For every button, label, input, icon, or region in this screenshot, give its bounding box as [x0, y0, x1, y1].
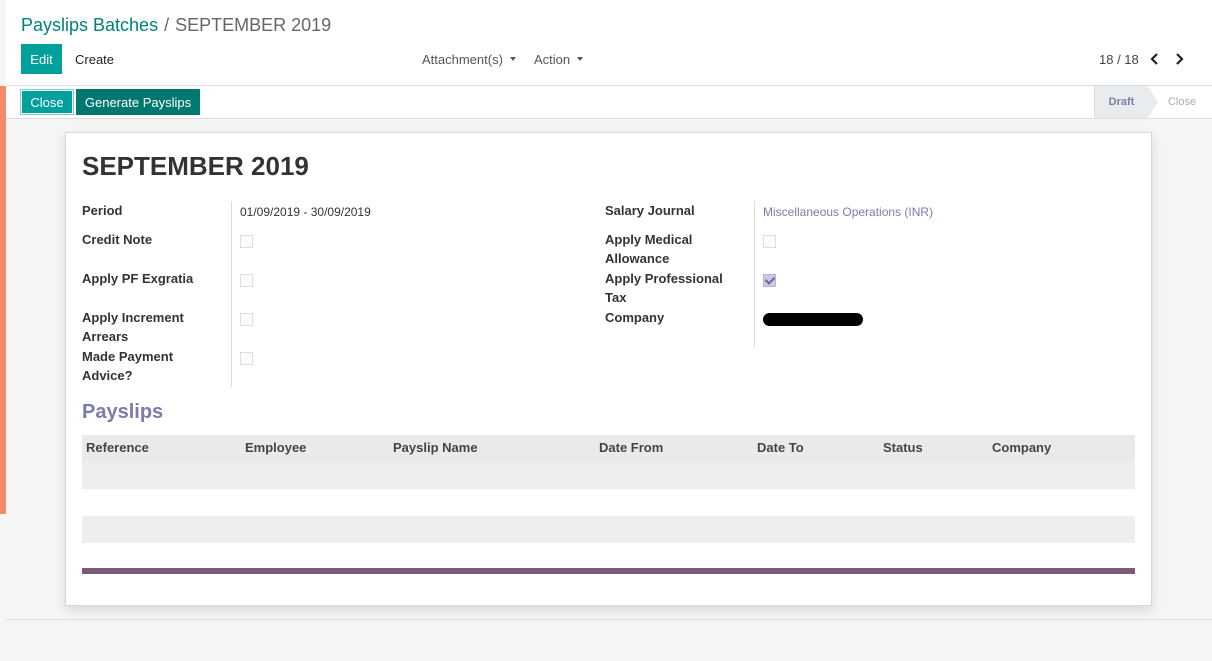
column-header-date-to[interactable]: Date To — [757, 440, 804, 455]
label-line: Apply Medical — [605, 232, 693, 247]
apply-increment-arrears-checkbox[interactable] — [240, 313, 253, 326]
column-header-date-from[interactable]: Date From — [599, 440, 663, 455]
label-line: Advice? — [82, 368, 133, 383]
label-line: Made Payment — [82, 349, 174, 364]
pager-value[interactable]: 18 / 18 — [1099, 52, 1139, 67]
statusbar: Close Generate Payslips Draft Close — [6, 86, 1212, 119]
action-dropdown-label: Action — [534, 51, 571, 67]
company-label: Company — [605, 310, 665, 325]
salary-journal-label: Salary Journal — [605, 203, 695, 218]
left-accent-bar — [0, 86, 6, 514]
pager-previous-button[interactable] — [1143, 44, 1167, 74]
chevron-left-icon — [1150, 53, 1158, 65]
form-sheet: SEPTEMBER 2019 Period 01/09/2019 - 30/09… — [65, 132, 1152, 606]
column-header-employee[interactable]: Employee — [245, 440, 306, 455]
label-line: Apply Increment — [82, 310, 184, 325]
stage-draft[interactable]: Draft — [1094, 86, 1148, 118]
salary-journal-link[interactable]: Miscellaneous Operations (INR) — [763, 203, 933, 222]
company-value-redacted[interactable] — [763, 313, 863, 326]
pager-next-button[interactable] — [1167, 44, 1191, 74]
credit-note-checkbox[interactable] — [240, 235, 253, 248]
column-header-status[interactable]: Status — [883, 440, 923, 455]
bottom-divider — [6, 619, 1212, 620]
control-panel: Payslips Batches / SEPTEMBER 2019 Edit Cre… — [6, 0, 1212, 86]
table-row-empty — [82, 489, 1135, 516]
apply-professional-tax-checkbox[interactable] — [763, 274, 776, 287]
attachments-dropdown[interactable]: Attachment(s) — [422, 44, 516, 74]
pager: 18 / 18 — [1099, 44, 1191, 74]
action-dropdown[interactable]: Action — [534, 44, 584, 74]
apply-medical-allowance-checkbox[interactable] — [763, 235, 776, 248]
form-title: SEPTEMBER 2019 — [82, 151, 309, 181]
edit-button[interactable]: Edit — [21, 44, 62, 74]
caret-down-icon — [577, 57, 584, 61]
right-group-divider — [754, 201, 755, 348]
breadcrumb: Payslips Batches / SEPTEMBER 2019 — [21, 15, 331, 36]
table-row-empty — [82, 516, 1135, 543]
chevron-right-icon — [1175, 53, 1184, 65]
table-row-empty — [82, 462, 1135, 489]
column-header-company[interactable]: Company — [992, 440, 1051, 455]
close-button[interactable]: Close — [20, 89, 74, 115]
apply-increment-arrears-label: Apply Increment Arrears — [82, 308, 184, 346]
column-header-payslip-name[interactable]: Payslip Name — [393, 440, 478, 455]
column-header-reference[interactable]: Reference — [86, 440, 149, 455]
label-line: Tax — [605, 290, 627, 305]
period-value[interactable]: 01/09/2019 - 30/09/2019 — [240, 203, 371, 222]
label-line: Apply Professional — [605, 271, 723, 286]
apply-medical-allowance-label: Apply Medical Allowance — [605, 230, 692, 268]
create-button[interactable]: Create — [68, 44, 121, 74]
made-payment-advice-label: Made Payment Advice? — [82, 347, 173, 385]
label-line: Arrears — [82, 329, 129, 344]
breadcrumb-parent-link[interactable]: Payslips Batches — [21, 15, 158, 35]
generate-payslips-button[interactable]: Generate Payslips — [76, 89, 200, 115]
payslips-section-title: Payslips — [82, 401, 164, 423]
made-payment-advice-checkbox[interactable] — [240, 352, 253, 365]
apply-pf-exgratia-checkbox[interactable] — [240, 274, 253, 287]
period-label: Period — [82, 203, 123, 218]
apply-pf-exgratia-label: Apply PF Exgratia — [82, 271, 194, 286]
caret-down-icon — [509, 57, 516, 61]
table-footer-bar — [82, 568, 1135, 574]
apply-professional-tax-label: Apply Professional Tax — [605, 269, 723, 307]
table-row-empty — [82, 543, 1135, 570]
stage-close[interactable]: Close — [1162, 86, 1202, 118]
left-group-divider — [231, 201, 232, 387]
payslips-table-header: Reference Employee Payslip Name Date Fro… — [82, 435, 1135, 462]
breadcrumb-current: SEPTEMBER 2019 — [175, 15, 332, 35]
label-line: Allowance — [605, 251, 670, 266]
stage-arrow — [1148, 86, 1158, 118]
attachments-dropdown-label: Attachment(s) — [422, 51, 503, 67]
breadcrumb-separator: / — [164, 15, 170, 35]
credit-note-label: Credit Note — [82, 232, 153, 247]
